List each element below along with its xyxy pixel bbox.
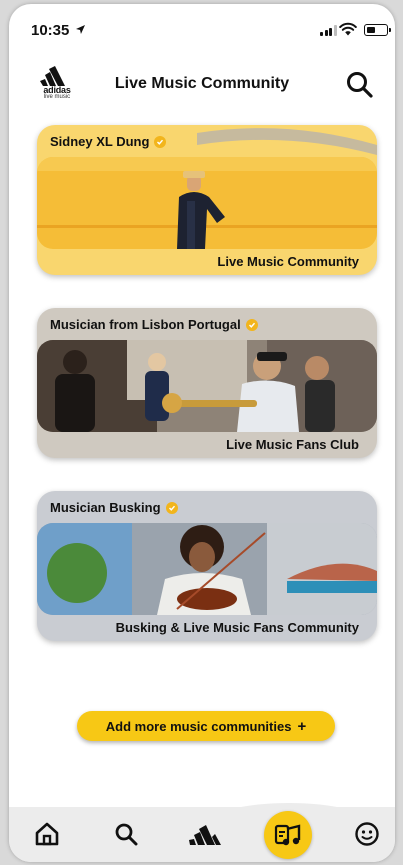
community-owner-name: Musician Busking [50,500,161,515]
verified-badge-icon [154,135,167,148]
logo-subtext: live music [43,94,71,100]
community-owner-name: Musician from Lisbon Portugal [50,317,241,332]
add-community-button[interactable]: Add more music communities + [77,711,335,741]
tab-home[interactable] [30,817,64,851]
battery-icon [364,24,391,36]
community-title: Live Music Community [217,254,359,269]
search-icon[interactable] [343,68,377,102]
status-bar: 10:35 [9,4,395,54]
tab-search[interactable] [109,817,143,851]
verified-badge-icon [165,501,178,514]
page-title: Live Music Community [114,75,290,92]
verified-badge-icon [245,318,258,331]
wifi-icon [339,22,357,36]
tab-profile[interactable] [350,817,384,851]
status-time: 10:35 [31,22,70,39]
bottom-tab-bar [9,803,395,862]
plus-icon: + [297,717,307,735]
community-owner: Sidney XL Dung [50,134,167,149]
community-title: Live Music Fans Club [226,437,359,452]
phone-screen: 10:35 adidas live music Live Music Commu… [9,4,395,862]
community-owner: Musician Busking [50,500,178,515]
community-owner-name: Sidney XL Dung [50,134,150,149]
tab-music-community[interactable] [264,811,312,859]
add-community-label: Add more music communities [105,718,292,734]
community-photo [37,523,377,615]
community-owner: Musician from Lisbon Portugal [50,317,258,332]
card-swoosh-decoration [197,128,377,155]
home-icon [35,822,59,846]
adidas-icon [189,825,221,845]
music-community-icon [274,824,301,846]
search-icon [115,823,138,846]
community-title: Busking & Live Music Fans Community [115,620,359,635]
profile-icon [355,822,379,846]
app-header: adidas live music Live Music Community [9,60,395,108]
location-arrow-icon [76,25,85,34]
community-photo [37,340,377,432]
community-photo [37,157,377,249]
community-card[interactable]: Sidney XL Dung Live Music Community [37,125,377,275]
community-card[interactable]: Musician Busking Busking & Live Music Fa… [37,491,377,641]
tab-brand[interactable] [188,817,222,851]
community-card[interactable]: Musician from Lisbon Portugal Live Music… [37,308,377,458]
cellular-signal-icon [320,25,337,36]
